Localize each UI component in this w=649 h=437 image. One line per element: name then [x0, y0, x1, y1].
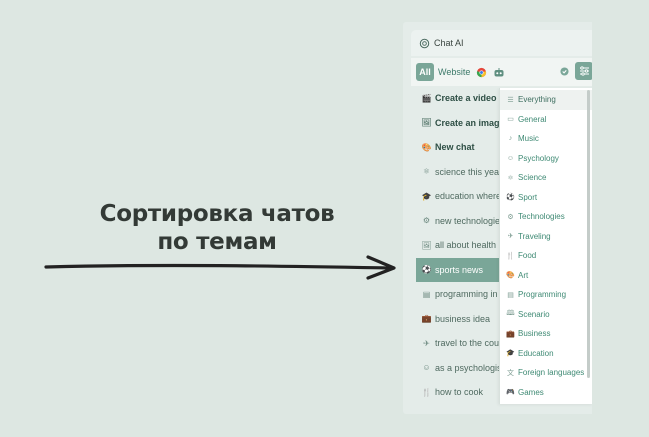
chat-topic-icon: 🖼	[421, 118, 432, 128]
topic-icon: 🕮	[506, 309, 515, 317]
chat-title: sports news	[435, 264, 484, 275]
topic-label: Traveling	[518, 231, 551, 241]
topic-icon: 文	[507, 369, 514, 377]
topic-icon: 💼	[506, 330, 515, 338]
topic-option[interactable]: ☰ Everything	[500, 90, 592, 110]
chat-topic-icon: ⚙	[422, 216, 431, 226]
topic-label: Technologies	[518, 212, 565, 222]
topic-option[interactable]: 🍴 Food	[500, 246, 592, 266]
topic-option[interactable]: ⚛ Science	[500, 168, 592, 188]
chat-title: science this year	[435, 166, 503, 177]
chat-title: all about health	[435, 240, 497, 251]
chat-title: business idea	[435, 313, 491, 324]
chat-topic-icon: ☺	[422, 363, 431, 373]
caption-line-1: Сортировка чатов	[99, 201, 335, 227]
topic-option[interactable]: 文 Foreign languages	[500, 363, 592, 383]
topic-icon: 🎮	[506, 389, 515, 397]
topic-icon: ▤	[507, 291, 514, 299]
topic-label: Art	[518, 270, 529, 280]
topic-option[interactable]: ⚙ Technologies	[500, 207, 592, 227]
topic-label: Psychology	[518, 153, 559, 163]
topic-icon: ☺	[506, 154, 515, 162]
topic-label: Programming	[518, 290, 567, 300]
chat-topic-icon: ✈	[423, 338, 430, 348]
topic-icon: ✈	[507, 233, 514, 241]
topic-label: Science	[518, 173, 547, 183]
chat-topic-icon: 🎬	[421, 93, 432, 103]
topic-label: Foreign languages	[518, 368, 585, 378]
topic-label: Music	[518, 134, 539, 144]
tab-website[interactable]: Website	[438, 67, 470, 77]
app-title: Chat AI	[434, 38, 464, 48]
topic-option[interactable]: 🎮 Games	[500, 383, 592, 403]
chat-topic-icon: 🎨	[421, 142, 432, 152]
topic-option[interactable]: ✈ Traveling	[500, 227, 592, 247]
app-header: Chat AI	[411, 30, 592, 56]
chat-title: New chat	[435, 142, 475, 153]
chat-topic-icon: ⚛	[422, 167, 431, 177]
topic-icon: ⚛	[507, 174, 514, 182]
topic-label: Business	[518, 329, 551, 339]
chat-topic-icon: ▤	[422, 289, 431, 299]
topic-icon: 🍴	[506, 252, 515, 260]
arrow-right-icon	[44, 255, 396, 280]
dropdown-scrollbar[interactable]	[587, 90, 590, 378]
tab-all[interactable]: All	[416, 63, 434, 81]
topic-option[interactable]: 🎨 Art	[500, 266, 592, 286]
chat-title: as a psychologist	[435, 362, 505, 373]
topic-option[interactable]: ⚽ Sport	[500, 188, 592, 208]
chat-topic-icon: 💼	[421, 314, 432, 324]
robot-icon[interactable]	[493, 67, 505, 78]
topic-label: Food	[518, 251, 537, 261]
topic-icon: 🎨	[506, 272, 515, 280]
topic-label: Games	[518, 387, 544, 397]
openai-logo-icon	[419, 38, 430, 49]
topic-option[interactable]: 🎓 Education	[500, 344, 592, 364]
topic-icon: ▭	[507, 116, 514, 124]
chat-topic-icon: 🎓	[421, 191, 432, 201]
check-circle-icon	[560, 67, 569, 76]
topic-option[interactable]: ▭ General	[500, 110, 592, 130]
topic-icon: 🎓	[506, 350, 515, 358]
topic-label: Education	[518, 348, 554, 358]
chat-app-panel: Chat AI All Website 🎬 Create a video 🖼 Crea…	[403, 22, 592, 414]
topic-label: Everything	[518, 95, 556, 105]
chat-title: new technologies	[435, 215, 505, 226]
topic-filter-dropdown: ☰ Everything ▭ General ♪ Music ☺ Psychology ⚛ Sci…	[499, 88, 592, 404]
chat-title: Create an image	[435, 117, 505, 128]
topic-option[interactable]: 💼 Business	[500, 324, 592, 344]
topic-label: Sport	[518, 192, 538, 202]
topic-option[interactable]: ♪ Music	[500, 129, 592, 149]
topic-option[interactable]: ▤ Programming	[500, 285, 592, 305]
topic-icon: ♪	[508, 135, 513, 143]
chat-title: programming in	[435, 289, 498, 300]
sliders-icon	[579, 66, 589, 76]
topic-label: Scenario	[518, 309, 550, 319]
topic-icon: ⚙	[507, 213, 514, 221]
topic-option[interactable]: ☺ Psychology	[500, 149, 592, 169]
source-tabs: All Website	[411, 58, 592, 86]
chat-title: how to cook	[435, 387, 484, 398]
chat-topic-icon: 🖼	[421, 240, 432, 250]
chat-title: Create a video	[435, 93, 497, 104]
topic-option[interactable]: 🕮 Scenario	[500, 305, 592, 325]
chat-topic-icon: 🍴	[421, 387, 432, 397]
chat-topic-icon: ⚽	[421, 265, 432, 275]
topic-icon: ⚽	[506, 194, 515, 202]
chrome-icon[interactable]	[476, 67, 487, 78]
topic-icon: ☰	[507, 96, 514, 104]
promo-caption: Сортировка чатов по темам	[78, 200, 356, 256]
topic-label: General	[518, 114, 547, 124]
filter-button[interactable]	[575, 62, 592, 80]
chat-title: education where	[435, 191, 502, 202]
